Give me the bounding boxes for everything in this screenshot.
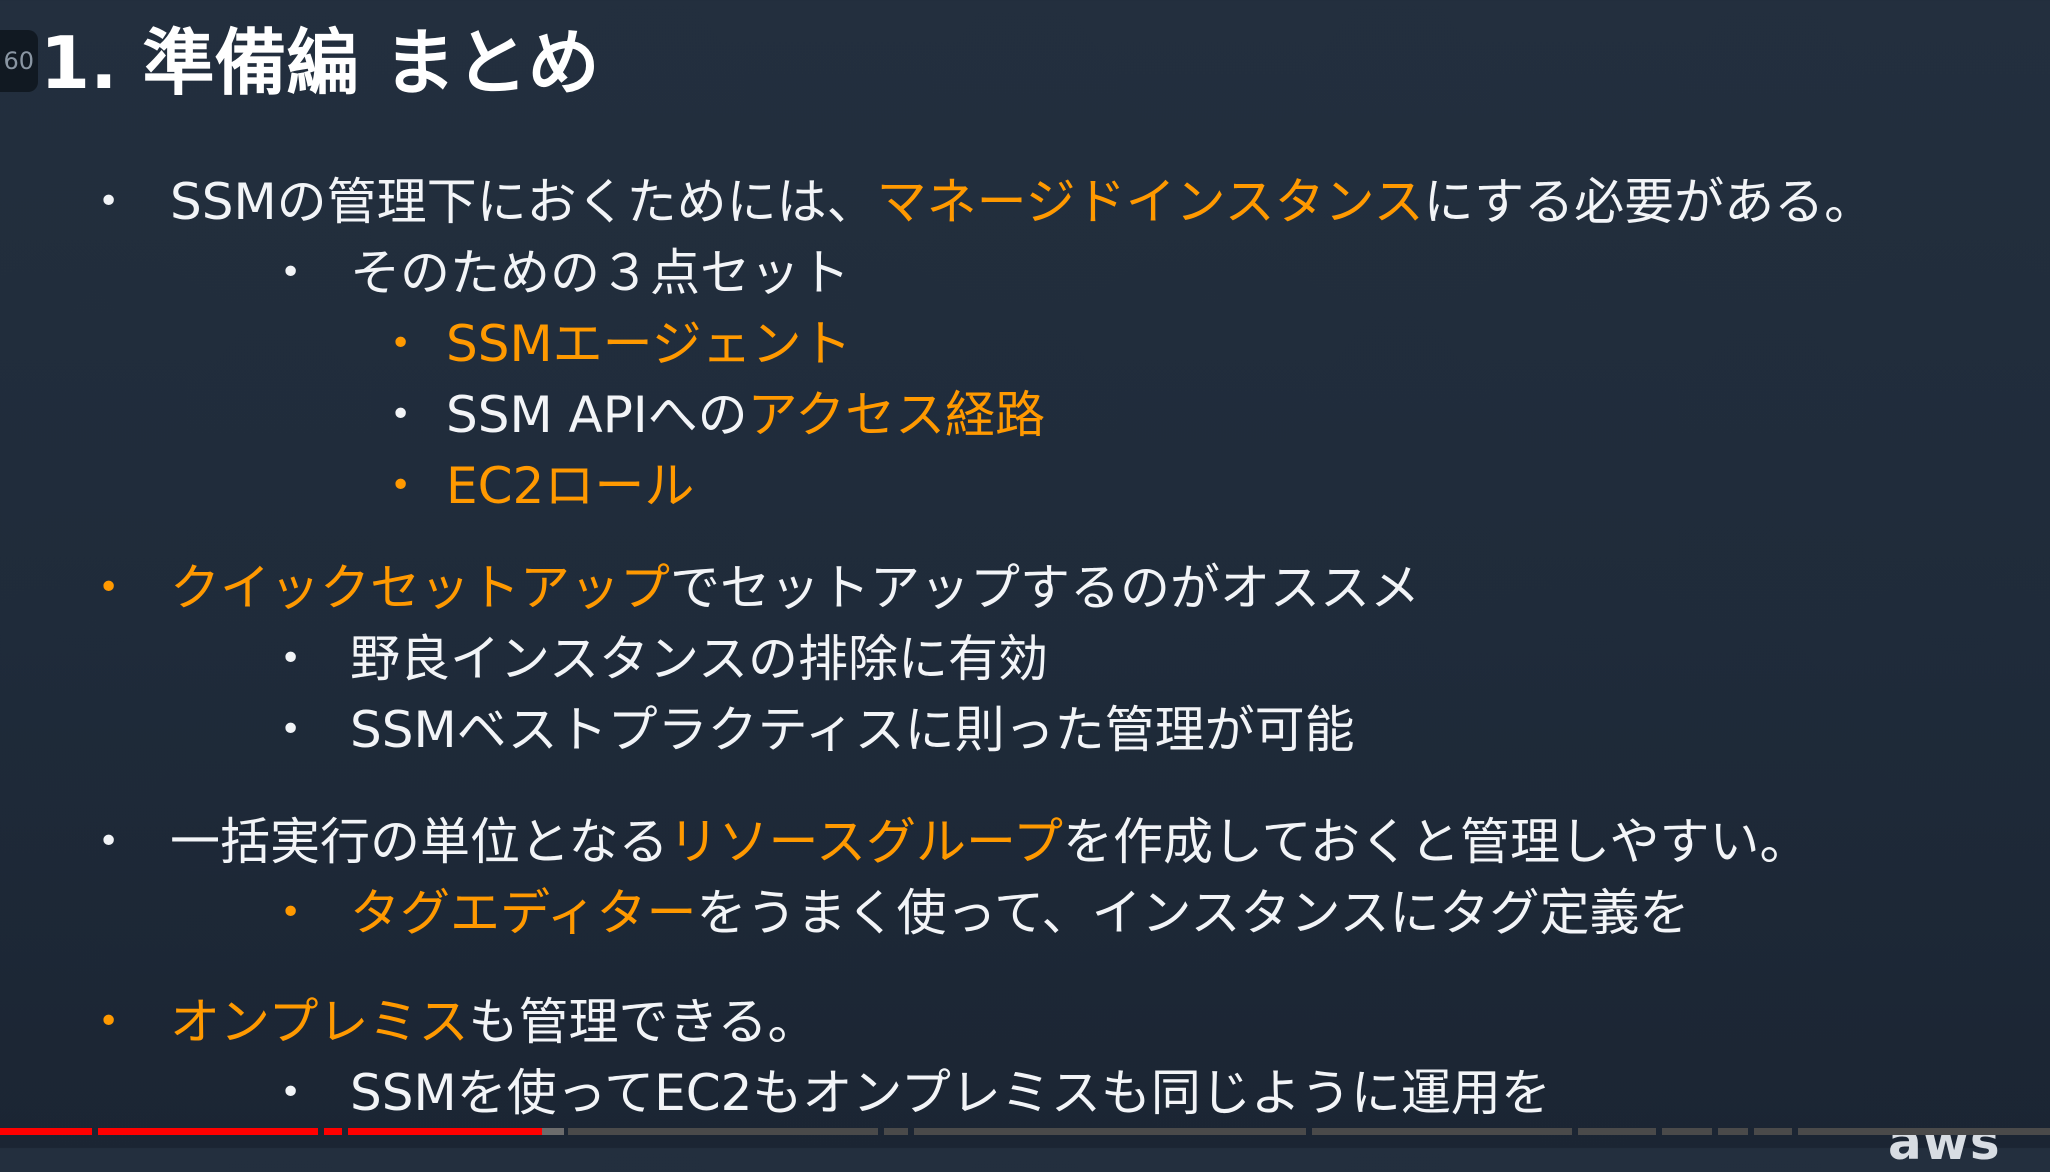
section2-sub2: SSMベストプラクティスに則った管理が可能 [350, 701, 1355, 759]
progress-played-chapter[interactable] [348, 1128, 542, 1135]
progress-chapter[interactable] [1578, 1128, 1656, 1135]
section3-highlight: リソースグループ [668, 813, 1064, 871]
progress-chapter[interactable] [1312, 1128, 1572, 1135]
bullet-icon: • [390, 465, 412, 506]
section3-text-a: 一括実行の単位となる [170, 813, 669, 871]
section4-text: も管理できる。 [468, 993, 818, 1051]
bullet-icon: • [98, 567, 120, 608]
progress-played-chapter[interactable] [324, 1128, 342, 1135]
section1-item-role: EC2ロール [446, 457, 695, 515]
bullet-icon: • [390, 394, 412, 435]
section2-sub1: 野良インスタンスの排除に有効 [350, 630, 1048, 688]
time-badge: 60 [0, 30, 38, 92]
bullet-icon: • [98, 821, 120, 862]
progress-played-chapter[interactable] [98, 1128, 318, 1135]
slide: 60 1. 準備編 まとめ • SSMの管理下におくためには、マネージドインスタ… [0, 0, 2050, 1171]
bullet-icon: • [98, 181, 120, 222]
bullet-icon: • [280, 638, 302, 679]
section1-item-agent: SSMエージェント [446, 315, 852, 373]
section1-text-b: にする必要がある。 [1423, 173, 1875, 231]
slide-title: 1. 準備編 まとめ [40, 21, 600, 105]
progress-chapter[interactable] [1662, 1128, 1712, 1135]
bullet-icon: • [280, 892, 302, 933]
progress-chapter[interactable] [914, 1128, 1306, 1135]
section4-line: オンプレミスも管理できる。 [170, 990, 818, 1054]
progress-chapter[interactable] [1798, 1128, 2050, 1135]
section1-item2-highlight: アクセス経路 [747, 386, 1046, 444]
aws-logo: aws [1888, 1113, 2001, 1171]
progress-chapter[interactable] [568, 1128, 878, 1135]
bullet-icon: • [98, 1001, 120, 1042]
section1-item2-text: SSM APIへの [446, 386, 748, 444]
progress-buffered[interactable] [542, 1128, 564, 1135]
progress-chapter[interactable] [1754, 1128, 1792, 1135]
section1-highlight: マネージドインスタンス [876, 173, 1424, 231]
section1-sub-title: そのための３点セット [350, 244, 850, 302]
section3-sub-text: をうまく使って、インスタンスにタグ定義を [696, 884, 1690, 942]
bullet-icon: • [280, 252, 302, 293]
bullet-icon: • [390, 323, 412, 364]
progress-chapter[interactable] [884, 1128, 908, 1135]
section1-line: SSMの管理下におくためには、マネージドインスタンスにする必要がある。 [170, 170, 1874, 234]
section1-text-a: SSMの管理下におくためには、 [170, 173, 877, 231]
section4-highlight: オンプレミス [170, 993, 469, 1051]
video-progress-bar[interactable] [0, 1128, 2050, 1135]
section2-line: クイックセットアップでセットアップするのがオススメ [170, 556, 1420, 620]
progress-played-chapter[interactable] [0, 1128, 92, 1135]
progress-chapter[interactable] [1718, 1128, 1748, 1135]
section3-sub-highlight: タグエディター [350, 884, 697, 942]
section4-sub: SSMを使ってEC2もオンプレミスも同じように運用を [350, 1064, 1551, 1122]
section3-line: 一括実行の単位となるリソースグループを作成しておくと管理しやすい。 [170, 810, 1810, 874]
section2-text: でセットアップするのがオススメ [670, 559, 1420, 617]
section1-item-access: SSM APIへのアクセス経路 [446, 383, 1045, 447]
section3-text-b: を作成しておくと管理しやすい。 [1063, 813, 1810, 871]
section3-sub: タグエディターをうまく使って、インスタンスにタグ定義を [350, 881, 1690, 945]
bullet-icon: • [280, 709, 302, 750]
bullet-icon: • [280, 1072, 302, 1113]
section2-highlight: クイックセットアップ [170, 559, 670, 617]
